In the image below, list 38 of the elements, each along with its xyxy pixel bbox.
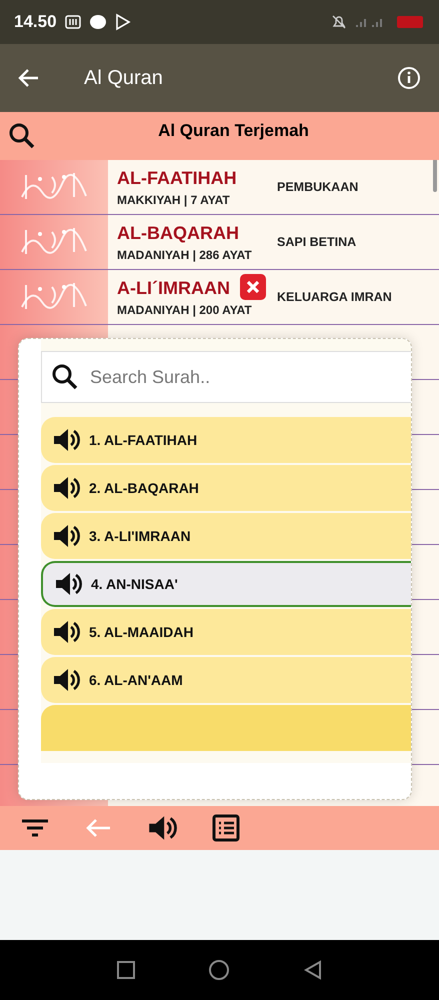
surah-row[interactable]: A-LI´IMRAAN MADANIYAH | 200 AYAT KELUARGA IMRAN xyxy=(0,270,439,325)
surah-info: MADANIYAH | 286 AYAT xyxy=(117,248,252,262)
surah-row[interactable]: AL-FAATIHAH MAKKIYAH | 7 AYAT PEMBUKAAN xyxy=(0,160,439,215)
app-notification-icon xyxy=(64,14,81,30)
play-icon xyxy=(114,13,131,31)
surah-meaning: PEMBUKAAN xyxy=(277,180,358,194)
app-title: Al Quran xyxy=(84,66,164,90)
surah-list-item[interactable]: 5. AL-MAAIDAH xyxy=(41,609,411,655)
surah-info: MAKKIYAH | 7 AYAT xyxy=(117,192,230,206)
info-button[interactable] xyxy=(397,66,421,90)
surah-row[interactable]: AL-BAQARAH MADANIYAH | 286 AYAT SAPI BETINA xyxy=(0,215,439,270)
battery-icon xyxy=(397,15,425,29)
surah-meaning: KELUARGA IMRAN xyxy=(277,290,392,304)
search-field[interactable]: Search Surah.. xyxy=(41,351,411,403)
recents-button[interactable] xyxy=(116,960,136,980)
header-title: Al Quran Terjemah xyxy=(157,121,310,141)
home-button[interactable] xyxy=(208,959,230,981)
close-icon xyxy=(245,279,261,295)
status-time: 14.50 xyxy=(14,12,57,32)
surah-name: AL-FAATIHAH xyxy=(117,168,237,188)
back-button[interactable] xyxy=(18,67,40,89)
surah-list-item[interactable]: 3. A-LI'IMRAAN xyxy=(41,513,411,559)
surah-list-item[interactable]: 6. AL-AN'AAM xyxy=(41,657,411,703)
surah-name: A-LI´IMRAAN xyxy=(117,278,230,298)
surah-list-item[interactable]: 4. AN-NISAA' xyxy=(41,561,411,607)
app-notification-icon xyxy=(88,14,107,30)
surah-list-item[interactable]: 1. AL-FAATIHAH xyxy=(41,417,411,463)
search-button[interactable] xyxy=(8,122,36,150)
surah-name: AL-BAQARAH xyxy=(117,222,239,244)
surah-list-item[interactable]: 2. AL-BAQARAH xyxy=(41,465,411,511)
close-button[interactable] xyxy=(240,274,266,300)
list-button[interactable] xyxy=(212,814,240,842)
search-icon xyxy=(51,363,79,391)
surah-info: MADANIYAH | 200 AYAT xyxy=(117,302,252,316)
surah-meaning: SAPI BETINA xyxy=(277,235,356,249)
muted-bell-icon xyxy=(331,14,347,30)
back-button[interactable] xyxy=(302,960,323,980)
search-icon xyxy=(8,122,36,150)
